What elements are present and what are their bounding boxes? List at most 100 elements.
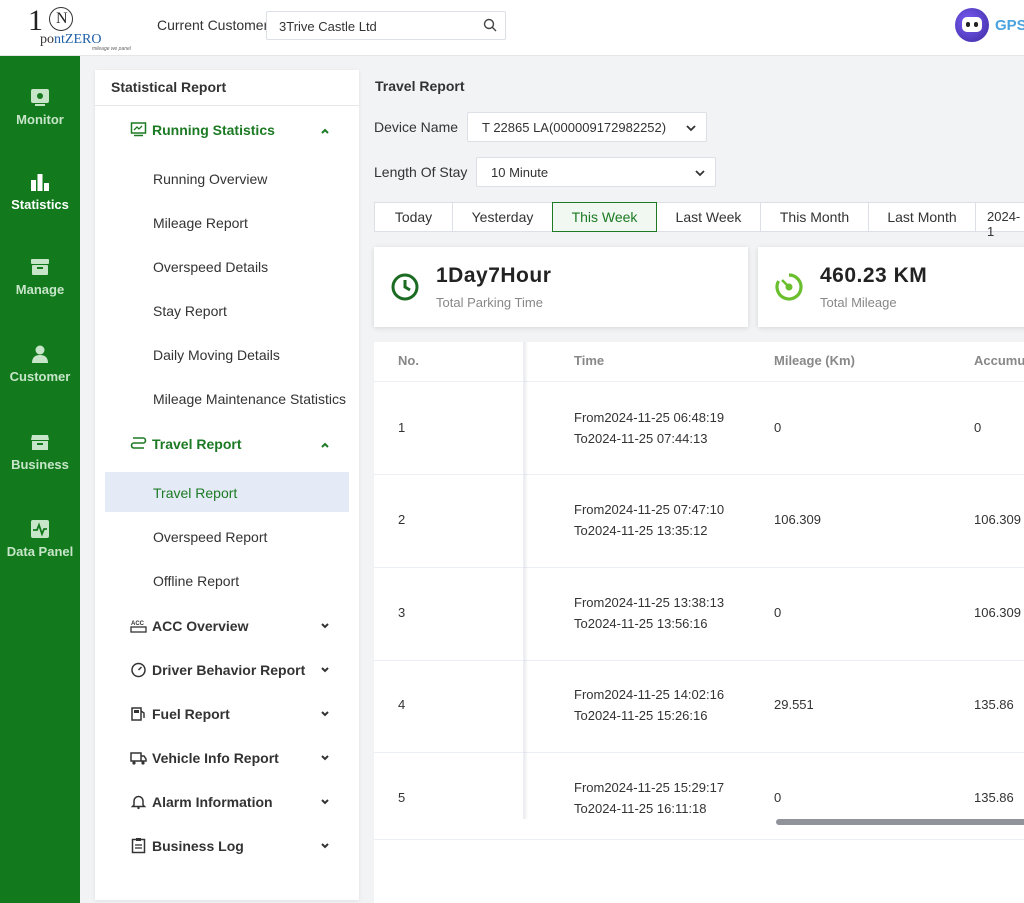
customer-icon xyxy=(32,345,48,363)
route-icon xyxy=(130,437,147,449)
nav-data-panel[interactable]: Data Panel xyxy=(0,518,80,559)
cell-accumulated: 135.86 xyxy=(974,790,1014,805)
cell-no: 5 xyxy=(398,790,406,805)
cell-mileage: 0 xyxy=(774,790,782,805)
cell-no: 3 xyxy=(398,605,406,620)
cell-mileage: 106.309 xyxy=(774,512,821,527)
table-row[interactable]: 3 From2024-11-25 13:38:13 To2024-11-25 13… xyxy=(374,568,1024,661)
menu-offline-report[interactable]: Offline Report xyxy=(153,573,239,589)
total-mileage-card: 460.23 KM Total Mileage xyxy=(758,247,1024,327)
menu-overspeed-details[interactable]: Overspeed Details xyxy=(153,259,268,275)
tab-last-week[interactable]: Last Week xyxy=(656,202,761,232)
col-mileage[interactable]: Mileage (Km) xyxy=(774,353,855,368)
tab-this-week[interactable]: This Week xyxy=(552,202,657,232)
device-name-select[interactable]: T 22865 LA(000009172982252) xyxy=(467,112,707,142)
nav-customer[interactable]: Customer xyxy=(0,343,80,384)
cell-no: 2 xyxy=(398,512,406,527)
chevron-down-icon[interactable] xyxy=(320,665,330,675)
group-fuel-report-label: Fuel Report xyxy=(152,706,230,722)
chevron-down-icon[interactable] xyxy=(320,621,330,631)
nav-manage[interactable]: Manage xyxy=(0,256,80,297)
cell-no: 1 xyxy=(398,420,406,435)
total-mileage-value: 460.23 KM xyxy=(820,264,928,287)
chevron-down-icon[interactable] xyxy=(320,709,330,719)
current-customer-input[interactable]: 3Trive Castle Ltd xyxy=(266,11,506,40)
brand-text: GPS xyxy=(995,17,1024,34)
menu-stay-report[interactable]: Stay Report xyxy=(153,303,227,319)
col-no[interactable]: No. xyxy=(398,353,419,368)
group-acc-overview-label: ACC Overview xyxy=(152,618,249,634)
nav-business-label: Business xyxy=(11,457,69,472)
cell-accumulated: 135.86 xyxy=(974,697,1014,712)
current-customer-value: 3Trive Castle Ltd xyxy=(279,19,377,34)
cell-no: 4 xyxy=(398,697,406,712)
horizontal-scrollbar[interactable] xyxy=(776,819,1024,825)
svg-text:ACC: ACC xyxy=(131,621,145,627)
speedometer-icon xyxy=(775,273,803,301)
group-alarm-information-label: Alarm Information xyxy=(152,794,273,810)
parking-time-caption: Total Parking Time xyxy=(436,295,543,310)
table-row[interactable]: 4 From2024-11-25 14:02:16 To2024-11-25 15… xyxy=(374,660,1024,753)
menu-mileage-report[interactable]: Mileage Report xyxy=(153,215,248,231)
chevron-up-icon[interactable] xyxy=(320,440,330,450)
cell-time: From2024-11-25 07:47:10 To2024-11-25 13:3… xyxy=(574,502,725,538)
length-of-stay-value: 10 Minute xyxy=(491,165,549,180)
cell-time: From2024-11-25 14:02:16 To2024-11-25 15:2… xyxy=(574,687,725,723)
table-row[interactable]: 1 From2024-11-25 06:48:19 To2024-11-25 07… xyxy=(374,382,1024,475)
data-panel-icon xyxy=(31,520,49,538)
col-accumulated[interactable]: Accumu xyxy=(974,353,1024,368)
cell-mileage: 29.551 xyxy=(774,697,814,712)
chevron-down-icon[interactable] xyxy=(320,797,330,807)
tab-today[interactable]: Today xyxy=(374,202,453,232)
device-name-value: T 22865 LA(000009172982252) xyxy=(482,120,667,135)
menu-running-overview[interactable]: Running Overview xyxy=(153,171,267,187)
group-travel-report-label: Travel Report xyxy=(152,436,242,452)
nav-manage-label: Manage xyxy=(15,282,65,297)
search-icon[interactable] xyxy=(483,18,497,32)
col-time[interactable]: Time xyxy=(574,353,604,368)
table-row[interactable]: 2 From2024-11-25 07:47:10 To2024-11-25 13… xyxy=(374,475,1024,568)
pointzero-logo[interactable]: 1 N pontZERO mileage we panel xyxy=(22,4,152,52)
nav-monitor[interactable]: Monitor xyxy=(0,86,80,127)
length-of-stay-select[interactable]: 10 Minute xyxy=(476,157,716,187)
menu-mileage-maintenance-statistics[interactable]: Mileage Maintenance Statistics xyxy=(153,391,346,407)
menu-daily-moving-details[interactable]: Daily Moving Details xyxy=(153,347,280,363)
main-nav-rail: Monitor Statistics Manage Customer Busin… xyxy=(0,56,80,903)
table-header: No. Time Mileage (Km) Accumu xyxy=(374,342,1024,382)
tab-yesterday[interactable]: Yesterday xyxy=(452,202,553,232)
robot-assistant-icon[interactable] xyxy=(955,8,989,42)
cell-time: From2024-11-25 13:38:13 To2024-11-25 13:5… xyxy=(574,595,725,631)
group-running-statistics-label: Running Statistics xyxy=(152,122,275,138)
total-mileage-caption: Total Mileage xyxy=(820,295,897,310)
chevron-down-icon[interactable] xyxy=(320,841,330,851)
table-row[interactable]: 5 From2024-11-25 15:29:17 To2024-11-25 16… xyxy=(374,753,1024,846)
menu-travel-report[interactable]: Travel Report xyxy=(153,485,237,501)
fixed-column-shadow xyxy=(524,342,528,819)
clock-icon xyxy=(391,273,419,301)
business-icon xyxy=(31,435,49,450)
tab-this-month[interactable]: This Month xyxy=(760,202,869,232)
monitor-chart-icon xyxy=(130,122,147,137)
date-range-input[interactable]: 2024-1 xyxy=(975,202,1024,239)
tab-last-month[interactable]: Last Month xyxy=(868,202,976,232)
menu-title: Statistical Report xyxy=(111,79,227,95)
nav-business[interactable]: Business xyxy=(0,431,80,472)
chevron-down-icon xyxy=(686,125,696,132)
cell-mileage: 0 xyxy=(774,605,782,620)
group-driver-behavior-label: Driver Behavior Report xyxy=(152,662,306,678)
parking-time-card: 1Day7Hour Total Parking Time xyxy=(374,247,748,327)
nav-statistics[interactable]: Statistics xyxy=(0,171,80,212)
nav-data-panel-label: Data Panel xyxy=(6,544,74,559)
logo-tagline: mileage we panel xyxy=(92,46,131,52)
truck-icon xyxy=(130,752,147,765)
cell-mileage: 0 xyxy=(774,420,782,435)
group-vehicle-info-label: Vehicle Info Report xyxy=(152,750,279,766)
cell-accumulated: 106.309 xyxy=(974,605,1021,620)
menu-overspeed-report[interactable]: Overspeed Report xyxy=(153,529,267,545)
chevron-up-icon[interactable] xyxy=(320,126,330,136)
acc-icon: ACC xyxy=(130,621,147,633)
chevron-down-icon[interactable] xyxy=(320,753,330,763)
parking-time-value: 1Day7Hour xyxy=(436,264,552,287)
cell-accumulated: 106.309 xyxy=(974,512,1021,527)
current-customer-label: Current Customer xyxy=(157,17,269,33)
